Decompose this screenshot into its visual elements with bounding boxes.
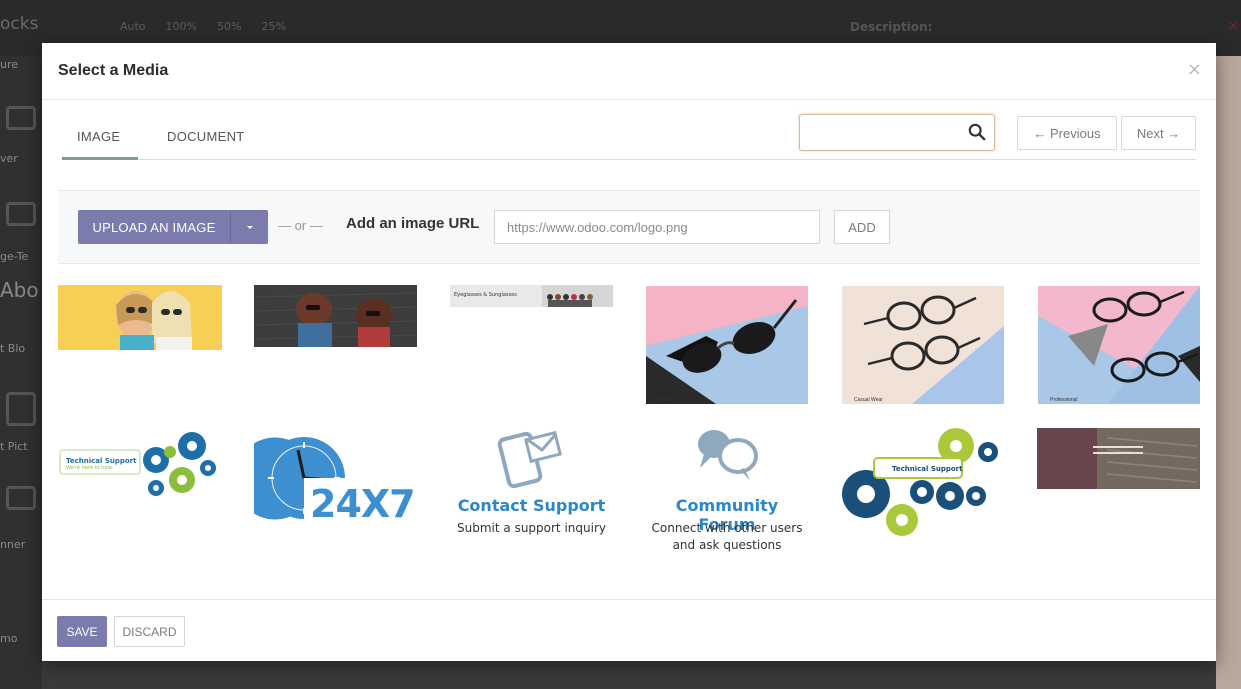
image-thumb-technical-support[interactable]: Technical Support We're here to help. — [58, 428, 222, 500]
thumb-caption-technical-support: Technical Support — [66, 457, 137, 465]
image-thumb-professional[interactable]: Professional — [1038, 286, 1200, 404]
camera-icon — [6, 486, 36, 510]
search-box — [799, 114, 995, 151]
contact-support-title: Contact Support — [457, 496, 606, 515]
image-thumb-24x7[interactable]: 24X7 — [254, 428, 417, 528]
background-sidebar-label: t Blo — [0, 342, 26, 355]
image-thumb-women-wall[interactable] — [254, 285, 417, 347]
background-bottom-bar — [42, 661, 1216, 689]
camera-icon — [6, 202, 36, 226]
image-url-label: Add an image URL — [346, 215, 480, 232]
background-sidebar: ure ver ge-Te Abo t Blo t Pict nner mo — [0, 56, 42, 689]
community-forum-subtitle-line2: and ask questions — [672, 538, 782, 552]
close-icon[interactable]: × — [1187, 59, 1202, 80]
background-zoom-50: 50% — [217, 20, 242, 33]
banner-caption: Eyeglasses & Sunglasses — [454, 292, 517, 298]
modern-sunglasses-image — [646, 286, 808, 404]
background-sidebar-label: mo — [0, 632, 18, 645]
dialog-header: Select a Media × — [42, 43, 1216, 100]
add-url-button[interactable]: ADD — [834, 210, 890, 244]
image-thumb-modern[interactable]: Modern — [646, 286, 808, 404]
discard-button[interactable]: DISCARD — [114, 616, 185, 647]
previous-button[interactable]: ← Previous — [1017, 116, 1117, 150]
next-button[interactable]: Next → — [1121, 116, 1196, 150]
background-sidebar-label: ver — [0, 152, 18, 165]
professional-glasses-image — [1038, 286, 1200, 404]
background-description-label: Description: — [850, 20, 933, 34]
thumb-caption-technical-support-2: Technical Support — [892, 465, 963, 473]
background-sidebar-label: nner — [0, 538, 26, 551]
upload-panel: UPLOAD AN IMAGE — or — Add an image URL … — [58, 190, 1200, 264]
background-sidebar-label: t Pict — [0, 440, 28, 453]
camera-icon — [6, 106, 36, 130]
background-toolbar-items: Auto 100% 50% 25% — [120, 20, 286, 33]
dialog-footer: SAVE DISCARD — [42, 599, 1216, 661]
upload-image-button[interactable]: UPLOAD AN IMAGE — [78, 210, 230, 244]
background-zoom-auto: Auto — [120, 20, 146, 33]
photo-women-wall-image — [254, 285, 417, 347]
background-close-icon: × — [1227, 18, 1239, 34]
tab-document[interactable]: DOCUMENT — [167, 129, 245, 144]
photo-women-sunglasses-image — [58, 285, 222, 350]
search-input[interactable] — [806, 121, 961, 145]
image-thumb-technical-support-2[interactable]: Technical Support — [838, 428, 1004, 540]
image-thumb-community-forum[interactable]: Community Forum Connect with other users… — [646, 428, 808, 558]
background-sidebar-label: Abo — [0, 278, 39, 302]
thumb-caption-modern: Modern — [658, 397, 675, 403]
dialog-title: Select a Media — [58, 62, 169, 79]
library-banner-image — [1037, 428, 1200, 489]
image-thumb-library-quote[interactable] — [1037, 428, 1200, 489]
active-tab-indicator — [62, 157, 138, 160]
background-sidebar-label: ure — [0, 58, 19, 71]
tab-image[interactable]: IMAGE — [77, 129, 120, 144]
thumb-subcaption-technical-support: We're here to help. — [66, 465, 114, 471]
or-separator: — or — — [278, 218, 323, 233]
camera-icon — [6, 392, 36, 426]
upload-dropdown-toggle[interactable] — [230, 210, 268, 244]
image-thumb-summer-sunglasses[interactable] — [58, 285, 222, 350]
select-media-dialog: Select a Media × IMAGE DOCUMENT ← Previo… — [42, 43, 1216, 661]
clock-24x7-label: 24X7 — [310, 482, 416, 526]
image-url-input[interactable] — [494, 210, 820, 244]
thumb-caption-casual-wear: Casual Wear — [854, 397, 883, 403]
technical-support-gears-2-image — [838, 428, 1004, 540]
image-thumb-contact-support[interactable]: Contact Support Submit a support inquiry — [450, 428, 613, 546]
casual-wear-glasses-image — [842, 286, 1004, 404]
background-zoom-25: 25% — [261, 20, 286, 33]
background-zoom-100: 100% — [165, 20, 197, 33]
image-thumb-casual-wear[interactable]: Casual Wear — [842, 286, 1004, 404]
thumb-caption-professional: Professional — [1050, 397, 1078, 403]
background-canvas-edge — [1216, 56, 1241, 689]
background-sidebar-label: ge-Te — [0, 250, 29, 263]
search-icon[interactable] — [968, 123, 986, 141]
save-button[interactable]: SAVE — [57, 616, 107, 647]
background-brand: ocks — [0, 14, 39, 34]
community-forum-subtitle-line1: Connect with other users — [651, 521, 803, 535]
contact-support-subtitle: Submit a support inquiry — [457, 521, 606, 535]
image-thumb-eyeglasses-banner[interactable]: Eyeglasses & Sunglasses — [450, 285, 613, 307]
